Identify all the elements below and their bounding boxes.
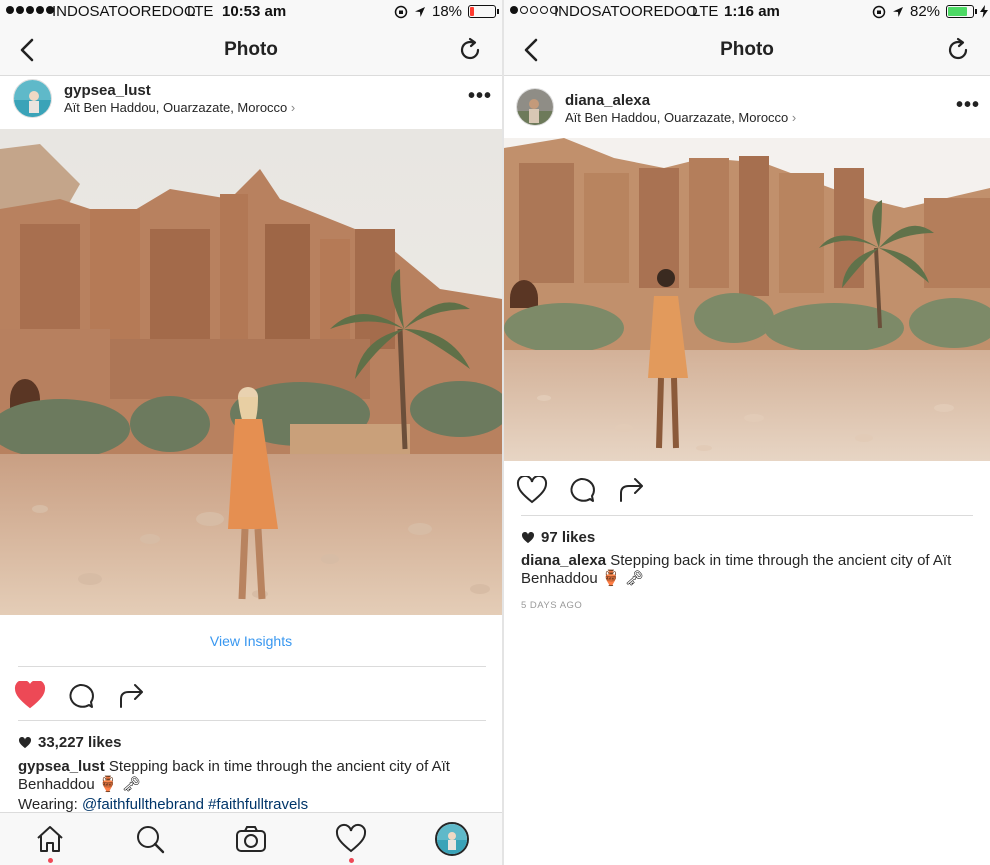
network-type: LTE [187, 3, 214, 20]
tab-search[interactable] [134, 823, 166, 855]
post-header: gypsea_lust Aït Ben Haddou, Ouarzazate, … [0, 77, 502, 129]
more-options-icon[interactable]: ••• [468, 85, 492, 108]
status-time: 10:53 am [222, 3, 287, 20]
battery-icon [468, 5, 500, 18]
wearing-line: Wearing: @faithfullthebrand #faithfulltr… [18, 796, 309, 813]
status-time: 1:16 am [724, 3, 780, 20]
post-location[interactable]: Aït Ben Haddou, Ouarzazate, Morocco › [565, 110, 796, 125]
tab-home[interactable] [34, 823, 66, 863]
location-arrow-icon [415, 6, 425, 17]
view-insights-link[interactable]: View Insights [0, 633, 502, 649]
carrier-name: INDOSATOOREDOO [554, 3, 698, 20]
post-timestamp: 5 DAYS AGO [521, 600, 583, 611]
small-heart-icon [18, 736, 32, 748]
status-bar: INDOSATOOREDOO LTE 1:16 am 82% [504, 0, 990, 24]
post-username[interactable]: diana_alexa [565, 92, 650, 109]
search-icon [137, 826, 165, 854]
likes-count[interactable]: 97 likes [521, 529, 595, 546]
notification-dot [349, 858, 354, 863]
bottom-tab-bar [0, 812, 502, 865]
orientation-lock-icon [872, 5, 886, 18]
comment-icon[interactable] [65, 682, 95, 710]
post-photo[interactable] [0, 129, 502, 615]
camera-icon [236, 826, 266, 852]
more-options-icon[interactable]: ••• [956, 94, 980, 117]
refresh-icon[interactable] [456, 36, 484, 64]
small-heart-icon [521, 531, 535, 543]
page-title: Photo [720, 39, 774, 60]
post-photo[interactable] [504, 138, 990, 461]
post-header: diana_alexa Aït Ben Haddou, Ouarzazate, … [504, 77, 990, 138]
right-phone-screen: INDOSATOOREDOO LTE 1:16 am 82% Photo dia… [504, 0, 990, 865]
divider [521, 515, 973, 516]
caption-username[interactable]: diana_alexa [521, 552, 606, 569]
home-icon [37, 826, 63, 852]
status-bar: INDOSATOOREDOO LTE 10:53 am 18% [0, 0, 502, 24]
profile-avatar [437, 824, 467, 854]
tab-profile[interactable] [435, 822, 469, 856]
caption-username[interactable]: gypsea_lust [18, 758, 105, 775]
tab-camera[interactable] [235, 823, 267, 855]
battery-percent: 18% [432, 3, 463, 20]
post-username[interactable]: gypsea_lust [64, 82, 151, 99]
share-icon[interactable] [117, 681, 147, 709]
post-location[interactable]: Aït Ben Haddou, Ouarzazate, Morocco › [64, 100, 295, 115]
signal-strength-icon [510, 6, 558, 14]
signal-strength-icon [6, 6, 54, 14]
hashtag-link[interactable]: #faithfulltravels [208, 796, 308, 813]
tab-activity[interactable] [335, 823, 367, 863]
like-heart-icon[interactable] [14, 681, 46, 709]
refresh-icon[interactable] [944, 36, 972, 64]
divider [18, 720, 486, 721]
nav-bar: Photo [504, 24, 990, 76]
divider [18, 666, 486, 667]
like-heart-icon[interactable] [516, 476, 548, 504]
left-phone-screen: INDOSATOOREDOO LTE 10:53 am 18% Photo gy… [0, 0, 502, 865]
post-caption: diana_alexa Stepping back in time throug… [521, 552, 976, 588]
orientation-lock-icon [394, 5, 408, 18]
post-caption: gypsea_lust Stepping back in time throug… [18, 758, 488, 794]
share-icon[interactable] [617, 475, 647, 503]
nav-bar: Photo [0, 24, 502, 76]
network-type: LTE [692, 3, 719, 20]
battery-percent: 82% [910, 3, 941, 20]
likes-count[interactable]: 33,227 likes [18, 734, 121, 751]
location-arrow-icon [893, 6, 903, 17]
mention-link[interactable]: @faithfullthebrand [82, 796, 204, 813]
avatar[interactable] [516, 88, 554, 126]
charging-bolt-icon [980, 5, 989, 18]
avatar[interactable] [13, 79, 52, 118]
notification-dot [48, 858, 53, 863]
battery-icon [946, 5, 978, 18]
page-title: Photo [224, 39, 278, 60]
comment-icon[interactable] [566, 476, 596, 504]
activity-heart-icon [335, 823, 367, 853]
carrier-name: INDOSATOOREDOO [52, 3, 196, 20]
